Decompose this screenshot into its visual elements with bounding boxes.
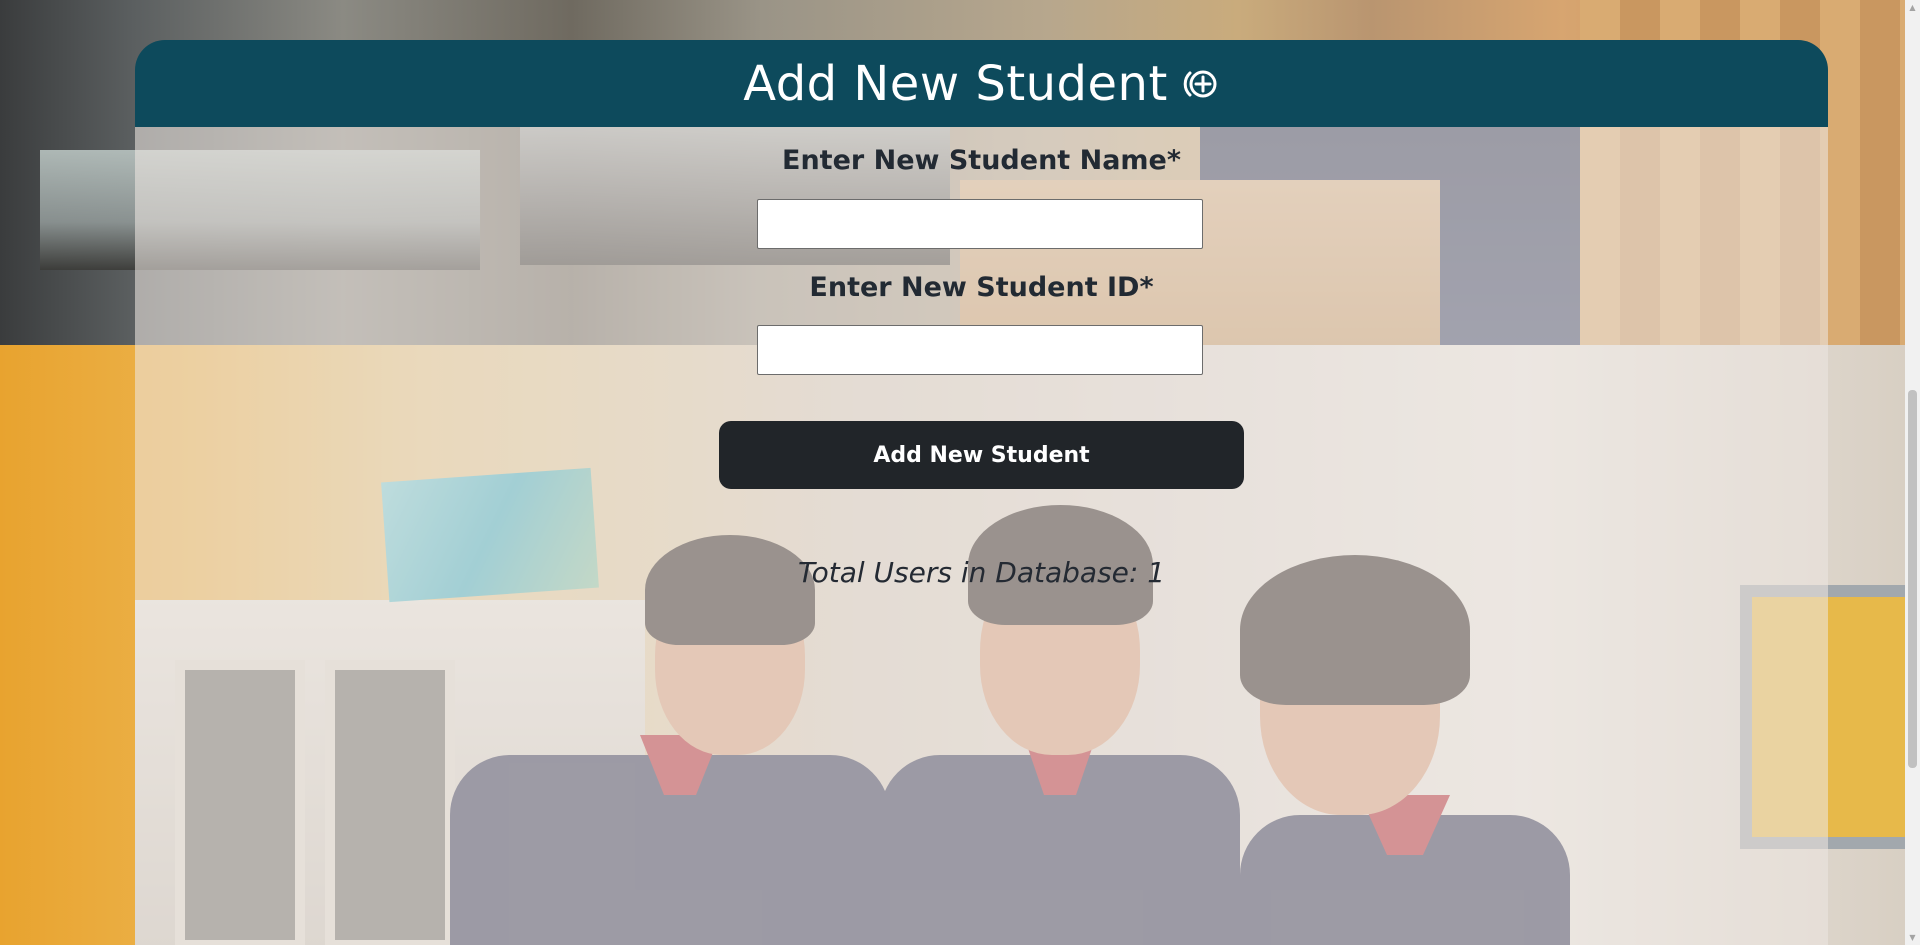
scroll-down-arrow-icon[interactable]: ▼ (1905, 930, 1920, 945)
student-id-input[interactable] (757, 325, 1203, 375)
scrollbar-thumb[interactable] (1908, 390, 1917, 768)
add-circle-icon (1182, 65, 1220, 103)
student-id-label: Enter New Student ID* (809, 272, 1154, 303)
scroll-up-arrow-icon[interactable]: ▲ (1905, 0, 1920, 15)
page-title: Add New Student (743, 55, 1168, 112)
panel-translucent-overlay (135, 127, 1828, 945)
add-student-panel: Add New Student Enter New Student Name* … (135, 40, 1828, 945)
add-new-student-button[interactable]: Add New Student (719, 421, 1244, 489)
panel-header: Add New Student (135, 40, 1828, 127)
student-name-label: Enter New Student Name* (782, 145, 1181, 176)
total-users-count: Total Users in Database: 1 (797, 556, 1166, 589)
vertical-scrollbar[interactable]: ▲ ▼ (1905, 0, 1920, 945)
student-name-input[interactable] (757, 199, 1203, 249)
